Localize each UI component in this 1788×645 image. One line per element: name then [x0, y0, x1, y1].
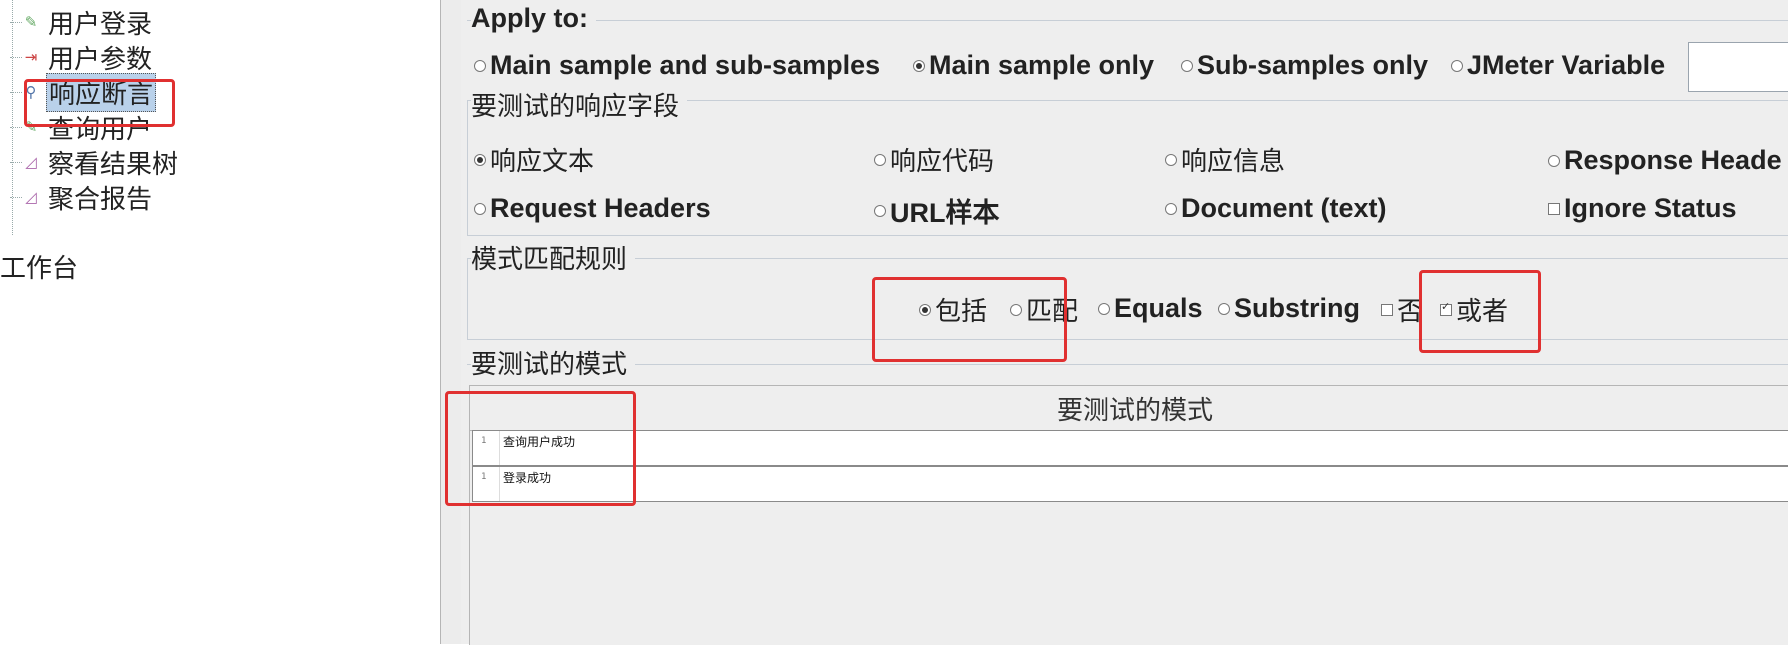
radio-icon — [1010, 303, 1022, 316]
pane-splitter[interactable] — [440, 0, 462, 644]
table-row[interactable]: 1 查询用户成功 — [472, 430, 1788, 466]
checkbox-icon — [1381, 303, 1393, 316]
radio-response-headers[interactable]: Response Heade — [1548, 145, 1782, 176]
radio-main-and-sub[interactable]: Main sample and sub-samples — [474, 50, 880, 81]
radio-icon — [874, 204, 886, 217]
option-label: Document (text) — [1181, 193, 1387, 223]
tree-item-aggregate-report[interactable]: ◿ 聚合报告 — [10, 179, 154, 215]
checkbox-or[interactable]: 或者 — [1440, 291, 1508, 328]
pattern-rules-title: 模式匹配规则 — [471, 239, 636, 276]
tree-item-user-params[interactable]: ⇥ 用户参数 — [10, 39, 154, 75]
patterns-table: 要测试的模式 1 查询用户成功 1 登录成功 — [469, 385, 1788, 645]
option-label: 匹配 — [1026, 297, 1079, 327]
tree-item-label: 查询用户 — [48, 114, 153, 145]
checkbox-icon — [1548, 202, 1560, 215]
option-label: 响应代码 — [890, 147, 995, 177]
response-field-title: 要测试的响应字段 — [471, 86, 688, 123]
magnifier-icon: ⚲ — [25, 83, 37, 101]
checkbox-ignore-status[interactable]: Ignore Status — [1548, 193, 1737, 224]
params-icon: ⇥ — [24, 48, 38, 66]
response-assertion-panel: Apply to: Main sample and sub-samples Ma… — [461, 0, 1788, 645]
pencil-icon: ✎ — [24, 118, 38, 136]
option-label: 响应文本 — [490, 147, 595, 177]
radio-selected-icon — [474, 153, 486, 166]
patterns-title: 要测试的模式 — [471, 344, 636, 381]
radio-main-only[interactable]: Main sample only — [913, 50, 1154, 81]
radio-icon — [1548, 154, 1560, 167]
radio-jmeter-variable[interactable]: JMeter Variable — [1451, 50, 1665, 81]
option-label: Main sample only — [929, 50, 1155, 80]
radio-substring[interactable]: Substring — [1218, 293, 1360, 324]
option-label: URL样本 — [890, 198, 1000, 228]
checkbox-checked-icon — [1440, 300, 1452, 316]
radio-document-text[interactable]: Document (text) — [1165, 193, 1387, 224]
radio-selected-icon — [919, 303, 931, 316]
radio-icon — [1181, 59, 1193, 72]
option-label: Sub-samples only — [1197, 50, 1429, 80]
tree-item-label: 用户参数 — [48, 44, 153, 75]
option-label: 否 — [1397, 297, 1424, 327]
pattern-value: 查询用户成功 — [503, 435, 576, 449]
radio-icon — [1218, 302, 1230, 315]
option-label: Ignore Status — [1564, 193, 1737, 223]
tree-item-label: 用户登录 — [48, 9, 153, 40]
radio-icon — [1098, 302, 1110, 315]
radio-icon — [474, 59, 486, 72]
tree-item-view-results-tree[interactable]: ◿ 察看结果树 — [10, 144, 180, 180]
option-label: Substring — [1234, 293, 1360, 323]
chart-icon: ◿ — [25, 153, 37, 171]
tree-item-label: 察看结果树 — [48, 149, 179, 180]
radio-icon — [1165, 202, 1177, 215]
workbench-label: 工作台 — [0, 254, 79, 284]
radio-response-code[interactable]: 响应代码 — [874, 141, 994, 178]
radio-icon — [474, 202, 486, 215]
radio-icon — [1451, 59, 1463, 72]
patterns-column-header[interactable]: 要测试的模式 — [470, 386, 1788, 431]
apply-to-border — [467, 20, 1788, 21]
gutter-divider — [499, 467, 500, 501]
radio-icon — [1165, 153, 1177, 166]
option-label: JMeter Variable — [1467, 50, 1666, 80]
tree-item-label: 聚合报告 — [48, 184, 153, 215]
radio-response-text[interactable]: 响应文本 — [474, 141, 594, 178]
tree-item-response-assertion[interactable]: ⚲ 响应断言 — [10, 72, 157, 112]
radio-contains[interactable]: 包括 — [919, 291, 987, 328]
table-row[interactable]: 1 登录成功 — [472, 466, 1788, 502]
gutter-divider — [499, 431, 500, 465]
option-label: Main sample and sub-samples — [490, 50, 881, 80]
option-label: 包括 — [935, 297, 988, 327]
tree-connector-line — [12, 0, 13, 235]
patterns-border — [467, 364, 1788, 365]
test-plan-tree: ✎ 用户登录 ⇥ 用户参数 ⚲ 响应断言 ✎ 查询用户 ◿ 察看结果树 ◿ 聚合… — [0, 0, 440, 644]
radio-response-message[interactable]: 响应信息 — [1165, 141, 1285, 178]
line-number: 1 — [481, 436, 487, 446]
option-label: 响应信息 — [1181, 147, 1286, 177]
option-label: 或者 — [1456, 297, 1509, 327]
tree-item-workbench[interactable]: 工作台 — [0, 248, 78, 285]
option-label: Equals — [1114, 293, 1203, 323]
tree-item-label: 响应断言 — [46, 72, 157, 112]
apply-to-title: Apply to: — [471, 3, 596, 34]
radio-selected-icon — [913, 59, 925, 72]
radio-request-headers[interactable]: Request Headers — [474, 193, 711, 224]
pattern-value: 登录成功 — [503, 471, 552, 485]
radio-url-sample[interactable]: URL样本 — [874, 191, 1000, 230]
option-label: Response Heade — [1564, 145, 1782, 175]
option-label: Request Headers — [490, 193, 711, 223]
chart-icon: ◿ — [25, 188, 37, 206]
pencil-icon: ✎ — [24, 13, 38, 31]
radio-icon — [874, 153, 886, 166]
radio-sub-only[interactable]: Sub-samples only — [1181, 50, 1428, 81]
jmeter-variable-input[interactable] — [1688, 42, 1788, 92]
tree-item-query-user[interactable]: ✎ 查询用户 — [10, 109, 154, 145]
radio-matches[interactable]: 匹配 — [1010, 291, 1078, 328]
radio-equals[interactable]: Equals — [1098, 293, 1203, 324]
line-number: 1 — [481, 472, 487, 482]
checkbox-not[interactable]: 否 — [1381, 291, 1423, 328]
tree-item-user-login[interactable]: ✎ 用户登录 — [10, 4, 154, 40]
